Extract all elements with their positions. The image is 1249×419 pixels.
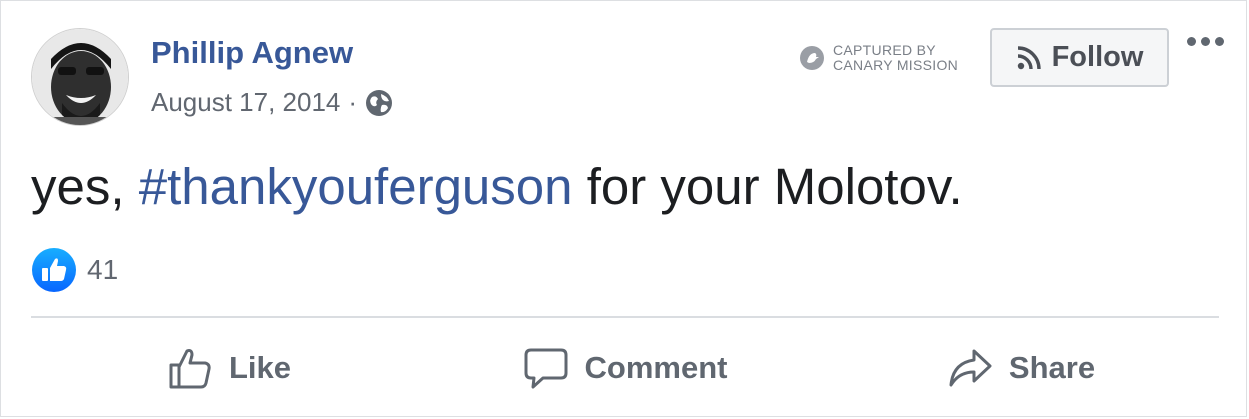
avatar[interactable]: [31, 28, 129, 126]
post-card: Phillip Agnew August 17, 2014 · CAPTURED…: [0, 0, 1247, 417]
like-label: Like: [228, 350, 292, 385]
share-icon: [949, 349, 992, 387]
hashtag-link[interactable]: #thankyouferguson: [139, 158, 573, 215]
actions-divider: [31, 316, 1219, 318]
follow-label: Follow: [1051, 41, 1144, 73]
follow-button[interactable]: Follow: [990, 28, 1169, 87]
like-button[interactable]: Like: [31, 319, 427, 417]
post-text-after: for your Molotov.: [572, 158, 963, 215]
reactions-summary[interactable]: 41: [31, 247, 118, 293]
post-actions: Like Comment Share: [31, 319, 1219, 417]
globe-icon[interactable]: [365, 89, 393, 117]
thumbs-up-icon: [169, 349, 211, 389]
share-button[interactable]: Share: [823, 319, 1219, 417]
post-date[interactable]: August 17, 2014: [151, 87, 340, 118]
comment-button[interactable]: Comment: [427, 319, 823, 417]
rss-icon: [1017, 45, 1041, 69]
meta-separator: ·: [348, 87, 358, 117]
post-text-before: yes,: [31, 158, 139, 215]
post-text: yes, #thankyouferguson for your Molotov.: [31, 157, 963, 216]
captured-watermark: CAPTURED BY CANARY MISSION: [799, 43, 958, 73]
comment-label: Comment: [584, 350, 728, 385]
comment-icon: [524, 348, 568, 389]
post-meta: August 17, 2014 ·: [151, 87, 393, 118]
captured-line-2: CANARY MISSION: [833, 57, 959, 73]
more-options-icon[interactable]: [1187, 37, 1224, 46]
share-label: Share: [1008, 350, 1096, 385]
like-count: 41: [87, 254, 119, 285]
like-reaction-icon: [32, 248, 76, 292]
author-name[interactable]: Phillip Agnew: [151, 35, 353, 71]
canary-logo-icon: [800, 46, 824, 70]
captured-line-1: CAPTURED BY: [833, 42, 936, 58]
